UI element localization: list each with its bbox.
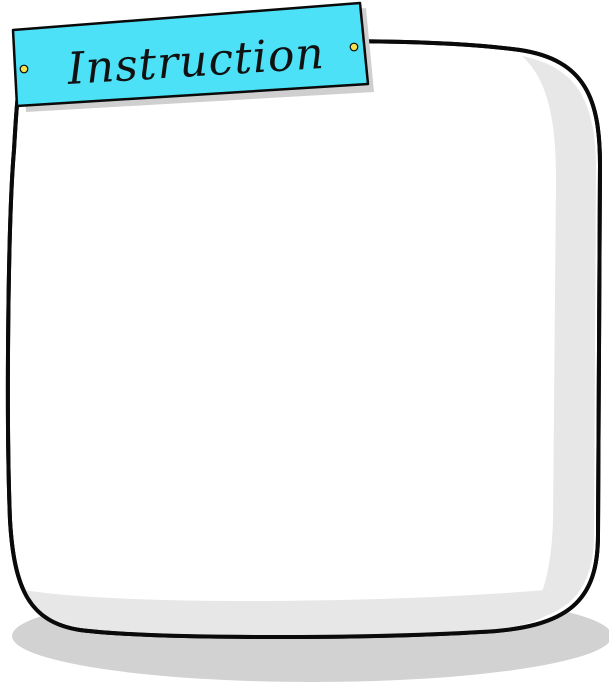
instruction-card: Instruction xyxy=(5,1,609,682)
rivet-right-icon xyxy=(349,42,359,52)
card-panel xyxy=(5,39,602,639)
rivet-left-icon xyxy=(19,64,29,74)
